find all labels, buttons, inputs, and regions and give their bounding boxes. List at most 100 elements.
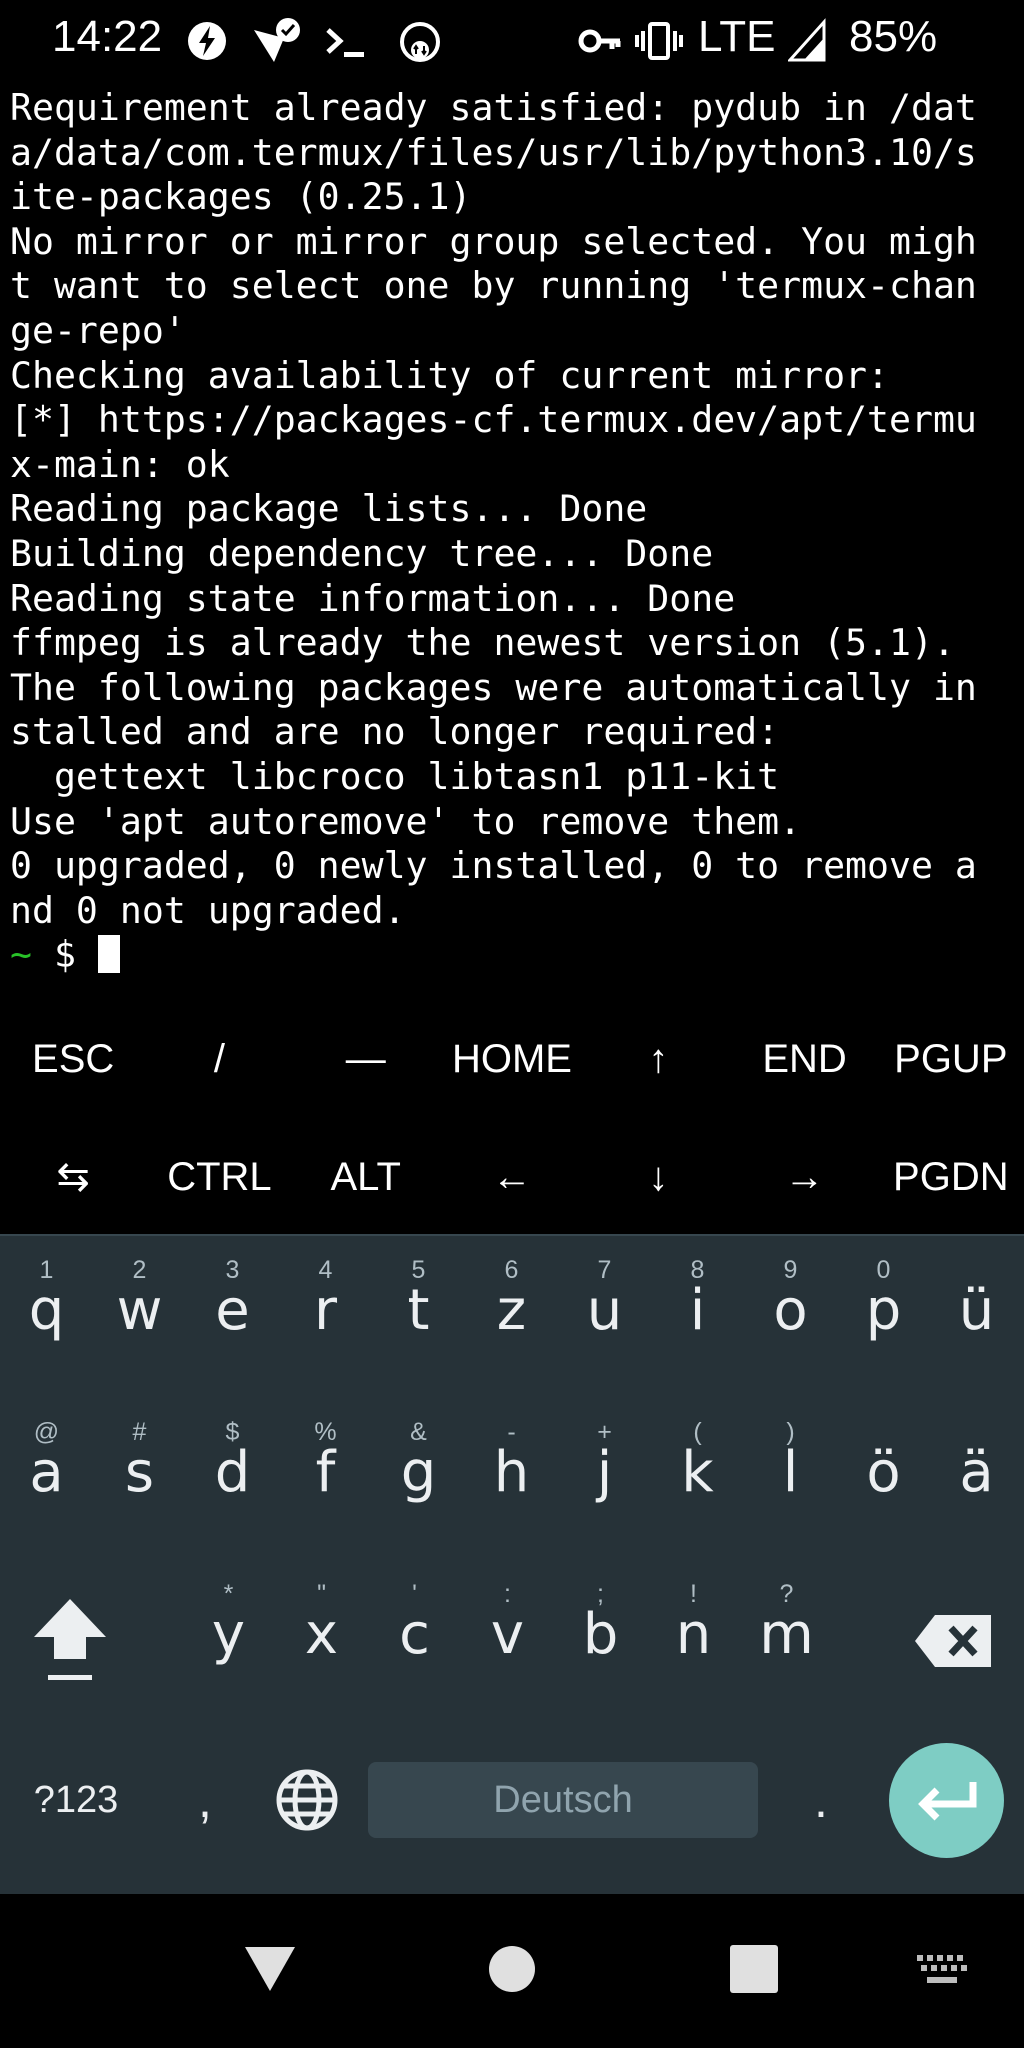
sync-icon: [400, 22, 440, 62]
key-label: u: [586, 1278, 623, 1343]
backspace-key[interactable]: [894, 1560, 1014, 1722]
enter-key[interactable]: [889, 1743, 1004, 1858]
tab-key[interactable]: ⇆: [0, 1118, 146, 1236]
key-a-umlaut[interactable]: ä: [930, 1398, 1023, 1560]
terminal-line: gettext libcroco libtasn1 p11-kit: [10, 754, 780, 798]
key-label: s: [124, 1440, 155, 1505]
key-h[interactable]: -h: [465, 1398, 558, 1560]
terminal-line: t want to select one by running 'termux-…: [10, 264, 977, 308]
key-i[interactable]: 8i: [651, 1236, 744, 1398]
key-label: g: [400, 1440, 437, 1505]
key-label: t: [407, 1278, 430, 1343]
terminal-line: x-main: ok: [10, 442, 230, 486]
key-label: h: [493, 1440, 530, 1505]
prompt-tilde: ~: [10, 933, 32, 977]
key-label: z: [496, 1278, 527, 1343]
key-z[interactable]: 6z: [465, 1236, 558, 1398]
key-label: d: [214, 1440, 251, 1505]
right-arrow-key[interactable]: →: [731, 1118, 877, 1236]
key-icon: [578, 29, 621, 53]
back-triangle-icon: [245, 1947, 295, 1991]
key-x[interactable]: " x: [275, 1560, 368, 1722]
key-label: ö: [866, 1440, 901, 1505]
shift-arrow-icon: [34, 1599, 106, 1680]
shift-key[interactable]: [0, 1560, 140, 1722]
terminal-line: a/data/com.termux/files/usr/lib/python3.…: [10, 130, 977, 174]
home-key[interactable]: HOME: [439, 1000, 585, 1118]
key-label: c: [399, 1602, 430, 1667]
comma-key[interactable]: ,: [160, 1738, 250, 1862]
key-label: o: [773, 1278, 808, 1343]
key-p[interactable]: 0p: [837, 1236, 930, 1398]
key-y[interactable]: * y: [182, 1560, 275, 1722]
key-g[interactable]: & g: [372, 1398, 465, 1560]
key-label: m: [759, 1602, 814, 1667]
period-key[interactable]: .: [776, 1738, 866, 1862]
ctrl-key[interactable]: CTRL: [146, 1118, 292, 1236]
extra-keys-row-2: ⇆ CTRL ALT ← ↓ → PGDN: [0, 1118, 1024, 1236]
alt-key[interactable]: ALT: [293, 1118, 439, 1236]
back-button[interactable]: [222, 1924, 318, 2014]
key-o-umlaut[interactable]: ö: [837, 1398, 930, 1560]
key-f[interactable]: % f: [279, 1398, 372, 1560]
slash-key[interactable]: /: [146, 1000, 292, 1118]
key-label: q: [28, 1278, 65, 1343]
terminal-line: Checking availability of current mirror:: [10, 353, 889, 397]
text-cursor: [97, 935, 120, 974]
key-label: i: [689, 1278, 706, 1343]
key-u[interactable]: 7u: [558, 1236, 651, 1398]
key-label: a: [29, 1440, 64, 1505]
key-d[interactable]: $ d: [186, 1398, 279, 1560]
vpn-check-icon: [254, 18, 300, 62]
key-s[interactable]: # s: [93, 1398, 186, 1560]
down-arrow-key[interactable]: ↓: [585, 1118, 731, 1236]
home-button[interactable]: [464, 1924, 560, 2014]
up-arrow-key[interactable]: ↑: [585, 1000, 731, 1118]
left-arrow-key[interactable]: ←: [439, 1118, 585, 1236]
key-label: k: [681, 1440, 714, 1505]
terminal-line: ge-repo': [10, 308, 186, 352]
key-m[interactable]: ? m: [740, 1560, 833, 1722]
key-label: x: [304, 1602, 339, 1667]
terminal-output[interactable]: Requirement already satisfied: pydub in …: [10, 86, 1020, 978]
key-t[interactable]: 5t: [372, 1236, 465, 1398]
key-n[interactable]: ! n: [647, 1560, 740, 1722]
key-u-umlaut[interactable]: ü: [930, 1236, 1023, 1398]
end-key[interactable]: END: [731, 1000, 877, 1118]
dash-key[interactable]: —: [293, 1000, 439, 1118]
recents-button[interactable]: [706, 1924, 802, 2014]
space-bar[interactable]: Deutsch: [368, 1762, 758, 1838]
status-bar: 14:22 LTE 85%: [0, 0, 1024, 82]
terminal-line: [*] https://packages-cf.termux.dev/apt/t…: [10, 398, 977, 442]
symbols-key[interactable]: ?123: [16, 1738, 136, 1862]
key-r[interactable]: 4r: [279, 1236, 372, 1398]
terminal-line: The following packages were automaticall…: [10, 665, 977, 709]
key-v[interactable]: :v: [461, 1560, 554, 1722]
terminal-line: Reading package lists... Done: [10, 487, 648, 531]
key-k[interactable]: (k: [651, 1398, 744, 1560]
key-label: ä: [959, 1440, 994, 1505]
key-o[interactable]: 9o: [744, 1236, 837, 1398]
home-circle-icon: [489, 1946, 535, 1992]
key-q[interactable]: 1q: [0, 1236, 93, 1398]
pgdn-key[interactable]: PGDN: [878, 1118, 1024, 1236]
key-a[interactable]: @ a: [0, 1398, 93, 1560]
keyboard-row-3: * y " x ' c :v ; b ! n ? m: [0, 1560, 1024, 1722]
terminal-line: ffmpeg is already the newest version (5.…: [10, 621, 955, 665]
key-w[interactable]: 2w: [93, 1236, 186, 1398]
key-l[interactable]: ) l: [744, 1398, 837, 1560]
key-j[interactable]: + j: [558, 1398, 651, 1560]
keyboard-row-1: 1q 2w 3e 4r 5t 6z 7u 8i 9o 0p ü: [0, 1236, 1024, 1398]
pgup-key[interactable]: PGUP: [878, 1000, 1024, 1118]
esc-key[interactable]: ESC: [0, 1000, 146, 1118]
vibrate-icon: [635, 22, 683, 60]
key-label: v: [490, 1602, 525, 1667]
keyboard-switch-button[interactable]: [900, 1930, 984, 2010]
key-b[interactable]: ; b: [554, 1560, 647, 1722]
key-c[interactable]: ' c: [368, 1560, 461, 1722]
key-e[interactable]: 3e: [186, 1236, 279, 1398]
terminal-icon: [326, 28, 364, 57]
terminal-line: Use 'apt autoremove' to remove them.: [10, 799, 802, 843]
language-key[interactable]: [262, 1738, 352, 1862]
key-label: n: [675, 1602, 712, 1667]
